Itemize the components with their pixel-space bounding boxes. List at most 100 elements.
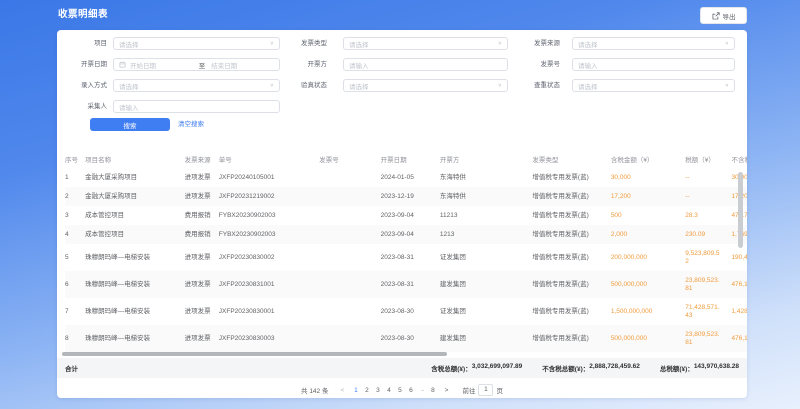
table-cell: 2 <box>65 187 85 206</box>
table-cell: 进项发票 <box>185 168 219 187</box>
table-cell: FYBX20230902003 <box>219 206 320 225</box>
table-cell: 11213 <box>440 206 532 225</box>
page-button[interactable]: 4 <box>383 387 394 394</box>
collector-label: 采集人 <box>57 100 107 113</box>
summary-bar: 合计 含税总额(¥)： 3,032,699,097.89 不含税总额(¥)： 2… <box>57 358 747 378</box>
page-button[interactable]: 8 <box>427 387 438 394</box>
table-header-row: 序号项目名称发票来源单号发票号开票日期开票方发票类型含税金额（¥）税额（¥）不含… <box>65 150 747 168</box>
summary-tax-incl: 含税总额(¥)： 3,032,699,097.89 <box>431 363 522 373</box>
table-row: 5珠穆朗玛峰—电梯安装进项发票JXFP202308300022023-08-31… <box>65 244 747 271</box>
invoice-no-input[interactable]: 请输入 <box>572 58 735 71</box>
table-cell: -- <box>685 187 731 206</box>
table-cell: 190,476,190.48 <box>731 244 747 271</box>
search-button[interactable]: 搜索 <box>90 118 170 131</box>
page-ellipsis: ··· <box>416 387 427 394</box>
invoice-no-label: 发票号 <box>496 58 560 71</box>
invoice-type-select[interactable]: 请选择 ∨ <box>343 37 508 50</box>
table-cell: 5 <box>65 244 85 271</box>
table-cell: 2023-08-30 <box>381 298 440 325</box>
page-title: 收票明细表 <box>58 0 108 30</box>
table-cell: 1 <box>65 168 85 187</box>
entry-method-label: 录入方式 <box>57 79 107 92</box>
project-select[interactable]: 请选择 ∨ <box>113 37 280 50</box>
column-header: 项目名称 <box>85 150 185 168</box>
top-bar: 收票明细表 导出 <box>0 0 800 30</box>
table-cell <box>319 244 380 271</box>
table-cell: 费用报销 <box>185 225 219 244</box>
column-header: 开票日期 <box>381 150 440 168</box>
table-cell: 2,000 <box>611 225 685 244</box>
table-cell: 珠穆朗玛峰—电梯安装 <box>85 325 185 352</box>
table-cell: 23,809,523. 81 <box>685 325 731 352</box>
column-header: 单号 <box>219 150 320 168</box>
export-button[interactable]: 导出 <box>700 7 747 24</box>
issuer-placeholder: 请输入 <box>349 60 502 70</box>
summary-tax-excl-value: 2,888,728,459.62 <box>589 363 640 373</box>
horizontal-scrollbar-thumb[interactable] <box>62 352 447 356</box>
column-header: 开票方 <box>440 150 532 168</box>
table-cell: 1,500,000,000 <box>611 298 685 325</box>
table-row: 3成本管控项目费用报销FYBX202309020032023-09-041121… <box>65 206 747 225</box>
summary-tax-total: 总税额(¥)： 143,970,638.28 <box>660 363 739 373</box>
table-cell: JXFP20231219002 <box>219 187 320 206</box>
dup-check-status-label: 查重状态 <box>496 79 560 92</box>
table-cell <box>319 206 380 225</box>
column-header: 发票类型 <box>532 150 610 168</box>
table-cell: 增值税专用发票(蓝) <box>532 325 610 352</box>
verify-status-label: 验真状态 <box>263 79 327 92</box>
summary-total-label: 合计 <box>65 363 78 373</box>
table-cell: 成本管控项目 <box>85 206 185 225</box>
goto-page: 前往 1 页 <box>462 384 503 396</box>
table-cell: JXFP20230830001 <box>219 298 320 325</box>
table-row: 4成本管控项目费用报销FYBX202309020032023-09-041213… <box>65 225 747 244</box>
page-button[interactable]: 2 <box>361 387 372 394</box>
table-cell: 进项发票 <box>185 271 219 298</box>
next-page-button[interactable]: > <box>442 387 450 394</box>
invoice-date-range[interactable]: 开始日期 至 结束日期 <box>113 58 280 71</box>
prev-page-button[interactable]: < <box>338 387 346 394</box>
page-button[interactable]: 5 <box>394 387 405 394</box>
table-cell <box>319 298 380 325</box>
table-cell: 476,190,476.19 <box>731 271 747 298</box>
goto-page-input[interactable]: 1 <box>478 384 493 396</box>
entry-method-placeholder: 请选择 <box>119 81 270 91</box>
verify-status-select[interactable]: 请选择 ∨ <box>343 79 508 92</box>
start-date-placeholder: 开始日期 <box>130 60 193 70</box>
issuer-input[interactable]: 请输入 <box>343 58 508 71</box>
page-button[interactable]: 3 <box>372 387 383 394</box>
project-label: 项目 <box>57 37 107 50</box>
invoice-table: 序号项目名称发票来源单号发票号开票日期开票方发票类型含税金额（¥）税额（¥）不含… <box>57 150 747 352</box>
table-cell: 进项发票 <box>185 244 219 271</box>
table-cell: 费用报销 <box>185 206 219 225</box>
table-cell: JXFP20230830002 <box>219 244 320 271</box>
page-button[interactable]: 6 <box>405 387 416 394</box>
table-cell: 2024-01-05 <box>381 168 440 187</box>
table-cell: 进项发票 <box>185 325 219 352</box>
dup-check-status-select[interactable]: 请选择 ∨ <box>572 79 735 92</box>
content-panel: 项目 请选择 ∨ 发票类型 请选择 ∨ 发票来源 请选择 ∨ 开票日期 开始日期… <box>57 30 747 398</box>
invoice-date-label: 开票日期 <box>57 58 107 71</box>
table-cell: 增值税专用发票(蓝) <box>532 271 610 298</box>
page-button[interactable]: 1 <box>350 387 361 394</box>
invoice-source-placeholder: 请选择 <box>578 39 725 49</box>
table-cell: 证发集团 <box>440 298 532 325</box>
table-cell: 1,428,571,428.57 <box>731 298 747 325</box>
collector-input[interactable]: 请输入 <box>113 100 280 113</box>
summary-tax-excl-label: 不含税总额(¥)： <box>542 363 589 373</box>
invoice-source-select[interactable]: 请选择 ∨ <box>572 37 735 50</box>
clear-search-link[interactable]: 清空搜索 <box>178 118 204 131</box>
table-cell: 进项发票 <box>185 187 219 206</box>
table-row: 1金融大厦采购项目进项发票JXFP202401050012024-01-05东海… <box>65 168 747 187</box>
table-cell <box>319 187 380 206</box>
column-header: 税额（¥） <box>685 150 731 168</box>
table-cell <box>319 325 380 352</box>
table-cell: 4 <box>65 225 85 244</box>
project-placeholder: 请选择 <box>119 39 270 49</box>
table-cell: 东海特供 <box>440 187 532 206</box>
table-cell <box>319 271 380 298</box>
table-cell: 建发集团 <box>440 325 532 352</box>
entry-method-select[interactable]: 请选择 ∨ <box>113 79 280 92</box>
dup-check-status-placeholder: 请选择 <box>578 81 725 91</box>
table-cell: 金融大厦采购项目 <box>85 187 185 206</box>
vertical-scrollbar-thumb[interactable] <box>738 172 743 248</box>
